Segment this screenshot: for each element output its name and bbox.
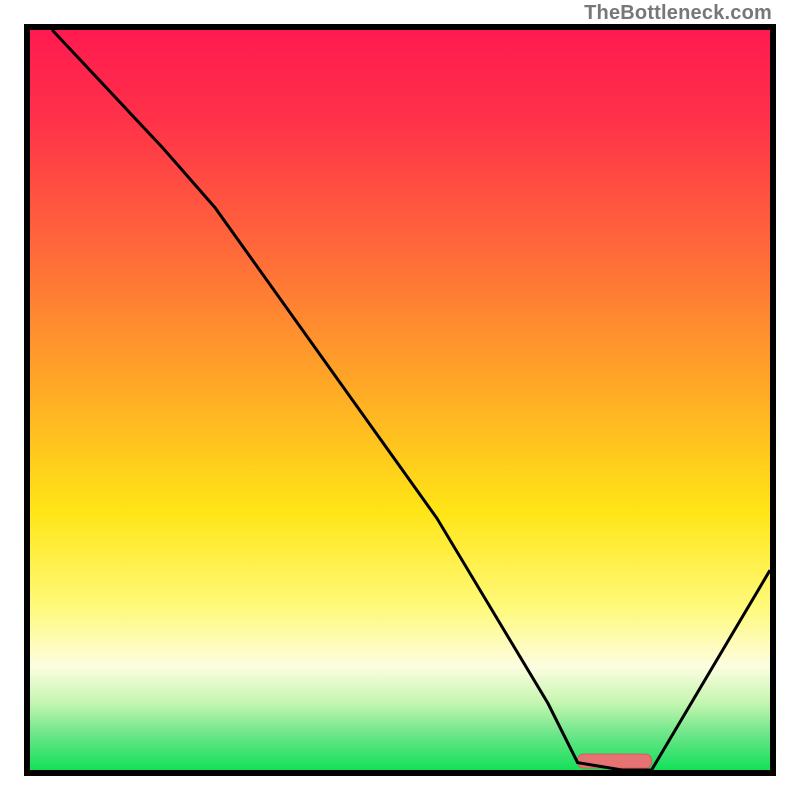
chart-overlay	[30, 30, 770, 770]
highlight-band	[578, 754, 652, 768]
chart-frame	[24, 24, 776, 776]
bottleneck-curve	[52, 30, 770, 770]
watermark-text: TheBottleneck.com	[584, 2, 772, 25]
